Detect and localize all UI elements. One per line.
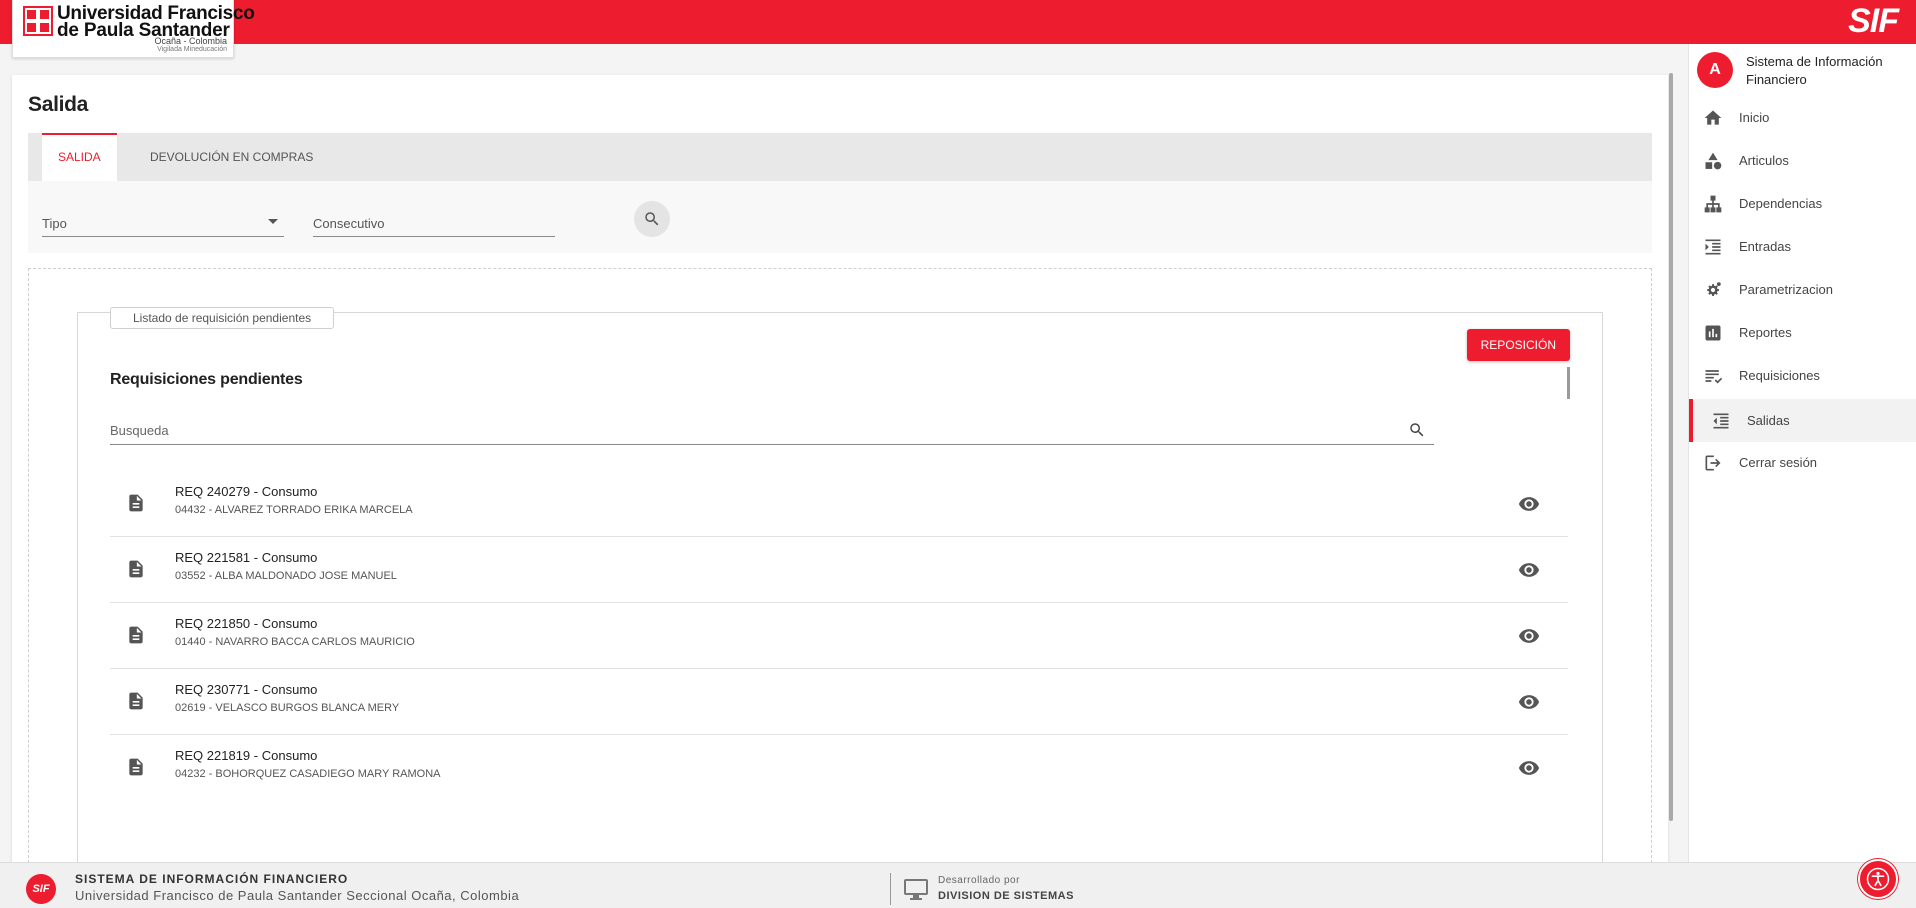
tab-bar: SALIDA DEVOLUCIÓN EN COMPRAS [28, 133, 1652, 181]
footer-subtitle: Universidad Francisco de Paula Santander… [75, 888, 520, 903]
logo-line-4: Vigilada Mineducación [157, 46, 227, 53]
requisition-title: REQ 221850 - Consumo [175, 616, 318, 631]
tab-salida[interactable]: SALIDA [42, 133, 117, 181]
logout-icon [1705, 455, 1721, 471]
shapes-icon [1705, 152, 1722, 170]
sidebar-item-label: Dependencias [1739, 196, 1823, 211]
requisition-title: REQ 221581 - Consumo [175, 550, 318, 565]
eye-icon[interactable] [1518, 691, 1540, 713]
sidebar-item-articulos[interactable]: Articulos [1689, 139, 1916, 182]
consecutivo-input[interactable]: Consecutivo [313, 205, 555, 237]
sidebar-item-reportes[interactable]: Reportes [1689, 311, 1916, 354]
sidebar-item-inicio[interactable]: Inicio [1689, 96, 1916, 139]
sidebar-item-label: Entradas [1739, 239, 1792, 254]
sif-brand: SIF [1848, 2, 1899, 40]
settings-gears-icon [1707, 282, 1721, 296]
list-item[interactable]: REQ 221850 - Consumo 01440 - NAVARRO BAC… [110, 603, 1568, 669]
document-icon [129, 626, 143, 644]
document-icon [129, 758, 143, 776]
sidebar-item-label: Salidas [1747, 413, 1790, 428]
sidebar-item-cerrar-sesion[interactable]: Cerrar sesión [1689, 441, 1916, 484]
format-indent-increase-icon [1705, 239, 1721, 255]
tipo-select[interactable]: Tipo [42, 205, 284, 237]
list-item[interactable]: REQ 230771 - Consumo 02619 - VELASCO BUR… [110, 669, 1568, 735]
sidebar-item-parametrizacion[interactable]: Parametrizacion [1689, 268, 1916, 311]
main-scrollbar[interactable] [1669, 73, 1673, 821]
sidebar-item-label: Parametrizacion [1739, 282, 1833, 297]
sidebar-item-label: Cerrar sesión [1739, 455, 1818, 470]
list-item[interactable]: REQ 221581 - Consumo 03552 - ALBA MALDON… [110, 537, 1568, 603]
sidebar: A Sistema de Información Financiero Inic… [1688, 44, 1916, 862]
sidebar-item-dependencias[interactable]: Dependencias [1689, 182, 1916, 225]
busqueda-input[interactable]: Busqueda [110, 413, 1434, 445]
document-icon [129, 692, 143, 710]
eye-icon[interactable] [1518, 625, 1540, 647]
home-icon [1704, 110, 1722, 125]
requisitions-area: Listado de requisición pendientes REPOSI… [28, 268, 1652, 872]
reposicion-button[interactable]: REPOSICIÓN [1466, 329, 1570, 361]
document-icon [129, 494, 143, 512]
requisition-detail: 03552 - ALBA MALDONADO JOSE MANUEL [175, 570, 397, 582]
monitor-icon [904, 879, 928, 900]
requisition-title: REQ 240279 - Consumo [175, 484, 318, 499]
bar-chart-icon [1705, 325, 1721, 341]
list-scrollbar[interactable] [1567, 367, 1570, 399]
list-item[interactable]: REQ 221819 - Consumo 04232 - BOHORQUEZ C… [110, 735, 1568, 801]
format-indent-decrease-icon [1713, 413, 1729, 429]
requisition-detail: 01440 - NAVARRO BACCA CARLOS MAURICIO [175, 636, 415, 648]
requisition-detail: 04432 - ALVAREZ TORRADO ERIKA MARCELA [175, 504, 413, 516]
requisitions-fieldset: Listado de requisición pendientes REPOSI… [77, 307, 1603, 872]
requisition-title: REQ 230771 - Consumo [175, 682, 318, 697]
tab-devolucion-en-compras[interactable]: DEVOLUCIÓN EN COMPRAS [134, 133, 329, 181]
eye-icon[interactable] [1518, 757, 1540, 779]
sidebar-item-label: Reportes [1739, 325, 1792, 340]
system-name: Sistema de Información Financiero [1746, 54, 1883, 87]
sidebar-item-entradas[interactable]: Entradas [1689, 225, 1916, 268]
consecutivo-label: Consecutivo [313, 216, 385, 231]
checklist-icon [1705, 370, 1723, 384]
main-content: Salida SALIDA DEVOLUCIÓN EN COMPRAS Tipo… [12, 75, 1668, 872]
logo-line-3: Ocaña - Colombia [154, 36, 227, 46]
footer-dev-label: Desarrollado por [938, 875, 1020, 886]
requisition-title: REQ 221819 - Consumo [175, 748, 318, 763]
sidebar-item-label: Articulos [1739, 153, 1789, 168]
fieldset-legend: Listado de requisición pendientes [110, 307, 335, 329]
chevron-down-icon [268, 219, 278, 224]
sitemap-icon [1704, 195, 1722, 213]
footer-dev-name: DIVISION DE SISTEMAS [938, 890, 1074, 902]
section-title: Requisiciones pendientes [110, 371, 303, 388]
requisition-detail: 04232 - BOHORQUEZ CASADIEGO MARY RAMONA [175, 768, 441, 780]
tipo-label: Tipo [42, 216, 67, 231]
page-title: Salida [28, 93, 89, 116]
footer-divider [890, 873, 891, 905]
filter-bar: Tipo Consecutivo [28, 181, 1652, 253]
sidebar-item-requisiciones[interactable]: Requisiciones [1689, 354, 1916, 397]
sidebar-item-salidas[interactable]: Salidas [1689, 399, 1916, 442]
sidebar-item-label: Inicio [1739, 110, 1770, 125]
busqueda-placeholder: Busqueda [110, 423, 169, 438]
accessibility-icon [1866, 867, 1890, 891]
university-logo[interactable]: Universidad Francisco de Paula Santander… [12, 0, 255, 58]
list-item[interactable]: REQ 240279 - Consumo 04432 - ALVAREZ TOR… [110, 471, 1568, 537]
filter-search-button[interactable] [634, 201, 670, 237]
accessibility-button[interactable] [1858, 859, 1898, 899]
search-icon [645, 212, 659, 226]
top-bar: SIF [0, 0, 1916, 44]
requisition-list: REQ 240279 - Consumo 04432 - ALVAREZ TOR… [110, 471, 1568, 801]
document-icon [129, 560, 143, 578]
eye-icon[interactable] [1518, 493, 1540, 515]
requisition-detail: 02619 - VELASCO BURGOS BLANCA MERY [175, 702, 400, 714]
footer-logo: SIF [26, 874, 56, 904]
footer: SIF SISTEMA DE INFORMACIÓN FINANCIERO Un… [0, 862, 1916, 908]
search-icon[interactable] [1408, 421, 1426, 439]
eye-icon[interactable] [1518, 559, 1540, 581]
footer-title: SISTEMA DE INFORMACIÓN FINANCIERO [75, 872, 349, 886]
ufps-logo-mark [23, 6, 53, 36]
avatar[interactable]: A [1697, 52, 1733, 88]
sidebar-item-label: Requisiciones [1739, 368, 1820, 383]
